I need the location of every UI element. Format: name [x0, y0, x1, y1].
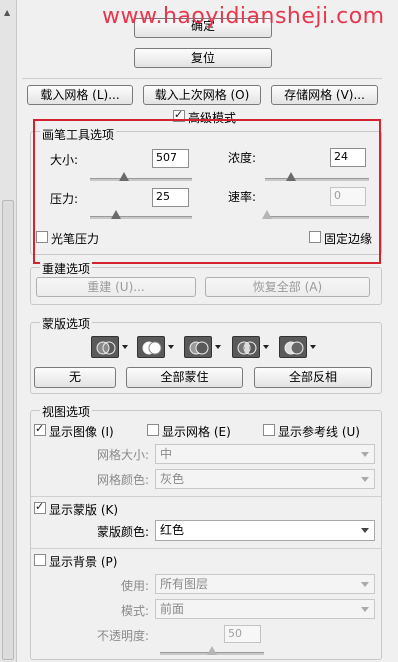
show-backdrop-label: 显示背景 (P) — [49, 555, 118, 569]
mode-dropdown[interactable]: 前面 — [155, 599, 375, 619]
rebuild-button[interactable]: 重建 (U)... — [36, 277, 196, 297]
mode-value: 前面 — [160, 602, 185, 616]
mask-none-button[interactable]: 无 — [34, 367, 116, 388]
show-image-label: 显示图像 (I) — [49, 425, 114, 439]
show-backdrop-checkbox[interactable] — [34, 554, 46, 566]
brush-tool-title: 画笔工具选项 — [40, 126, 117, 143]
scroll-up-arrow-icon[interactable]: ▲ — [4, 8, 10, 17]
use-value: 所有图层 — [160, 577, 209, 591]
chevron-down-icon — [310, 345, 316, 349]
mask-add-icon — [137, 336, 165, 358]
mask-invert-button[interactable] — [279, 336, 317, 358]
scrollbar-thumb[interactable] — [2, 200, 14, 660]
chevron-down-icon — [168, 345, 174, 349]
size-input[interactable]: 507 — [152, 149, 189, 168]
rate-slider-track[interactable] — [265, 216, 369, 219]
pressure-input[interactable]: 25 — [152, 188, 189, 207]
restore-all-button[interactable]: 恢复全部 (A) — [205, 277, 370, 297]
mask-color-dropdown[interactable]: 红色 — [155, 520, 375, 541]
show-image-checkbox[interactable] — [34, 422, 46, 436]
pin-edges-checkbox[interactable] — [309, 231, 321, 243]
show-mesh-checkbox[interactable] — [147, 424, 159, 436]
rate-slider-thumb[interactable] — [262, 210, 272, 219]
use-dropdown[interactable]: 所有图层 — [155, 574, 375, 594]
pressure-slider-track[interactable] — [90, 216, 192, 219]
chevron-down-icon — [361, 477, 369, 482]
mask-subtract-button[interactable] — [184, 336, 222, 358]
opacity-input[interactable]: 50 — [224, 625, 261, 643]
chevron-down-icon — [361, 582, 369, 587]
stylus-pressure-label: 光笔压力 — [51, 232, 100, 246]
stylus-pressure-checkbox[interactable] — [36, 231, 48, 243]
show-mask-label: 显示蒙版 (K) — [49, 503, 119, 517]
size-slider-track[interactable] — [90, 178, 192, 181]
density-slider-track[interactable] — [265, 178, 369, 181]
opacity-slider-thumb[interactable] — [207, 646, 217, 655]
density-label: 浓度: — [228, 151, 257, 165]
divider — [31, 548, 381, 549]
mesh-color-value: 灰色 — [160, 472, 185, 486]
reset-button[interactable]: 复位 — [134, 48, 272, 68]
reconstruct-title: 重建选项 — [40, 260, 93, 277]
mesh-size-value: 中 — [160, 447, 173, 461]
density-slider-thumb[interactable] — [286, 172, 296, 181]
mask-add-button[interactable] — [137, 336, 175, 358]
mesh-size-dropdown[interactable]: 中 — [155, 444, 375, 464]
load-last-mesh-button[interactable]: 载入上次网格 (O) — [143, 85, 261, 105]
mask-options-title: 蒙版选项 — [40, 315, 93, 332]
load-mesh-button[interactable]: 载入网格 (L)... — [27, 85, 133, 105]
mask-intersect-button[interactable] — [232, 336, 270, 358]
chevron-down-icon — [361, 528, 369, 533]
mesh-size-label: 网格大小: — [97, 448, 150, 462]
mask-invert-icon — [279, 336, 307, 358]
mask-color-label: 蒙版颜色: — [97, 525, 150, 539]
chevron-down-icon — [361, 607, 369, 612]
invert-all-button[interactable]: 全部反相 — [254, 367, 372, 388]
show-mesh-label: 显示网格 (E) — [162, 425, 231, 439]
chevron-down-icon — [361, 452, 369, 457]
show-guides-label: 显示参考线 (U) — [278, 425, 360, 439]
mask-intersect-icon — [232, 336, 260, 358]
chevron-down-icon — [122, 345, 128, 349]
mask-subtract-icon — [184, 336, 212, 358]
size-slider-thumb[interactable] — [119, 172, 129, 181]
opacity-label: 不透明度: — [97, 629, 150, 643]
divider — [31, 496, 381, 497]
view-options-title: 视图选项 — [40, 403, 93, 420]
density-input[interactable]: 24 — [330, 148, 366, 167]
chevron-down-icon — [263, 345, 269, 349]
show-mask-checkbox[interactable] — [34, 500, 46, 514]
pressure-label: 压力: — [50, 192, 79, 206]
mask-all-button[interactable]: 全部蒙住 — [126, 367, 243, 388]
save-mesh-button[interactable]: 存储网格 (V)... — [271, 85, 378, 105]
watermark: www.haoyidiansheji.com — [102, 4, 385, 29]
show-guides-checkbox[interactable] — [263, 424, 275, 436]
rate-input[interactable]: 0 — [330, 187, 366, 206]
mesh-color-dropdown[interactable]: 灰色 — [155, 469, 375, 489]
mask-replace-button[interactable] — [91, 336, 129, 358]
mask-color-value: 红色 — [160, 523, 185, 537]
divider — [22, 78, 382, 79]
use-label: 使用: — [121, 579, 150, 593]
pin-edges-label: 固定边缘 — [324, 232, 373, 246]
rate-label: 速率: — [228, 190, 257, 204]
mode-label: 模式: — [121, 604, 150, 618]
mesh-color-label: 网格颜色: — [97, 473, 150, 487]
pressure-slider-thumb[interactable] — [111, 210, 121, 219]
mask-replace-icon — [91, 336, 119, 358]
chevron-down-icon — [215, 345, 221, 349]
size-label: 大小: — [50, 153, 79, 167]
